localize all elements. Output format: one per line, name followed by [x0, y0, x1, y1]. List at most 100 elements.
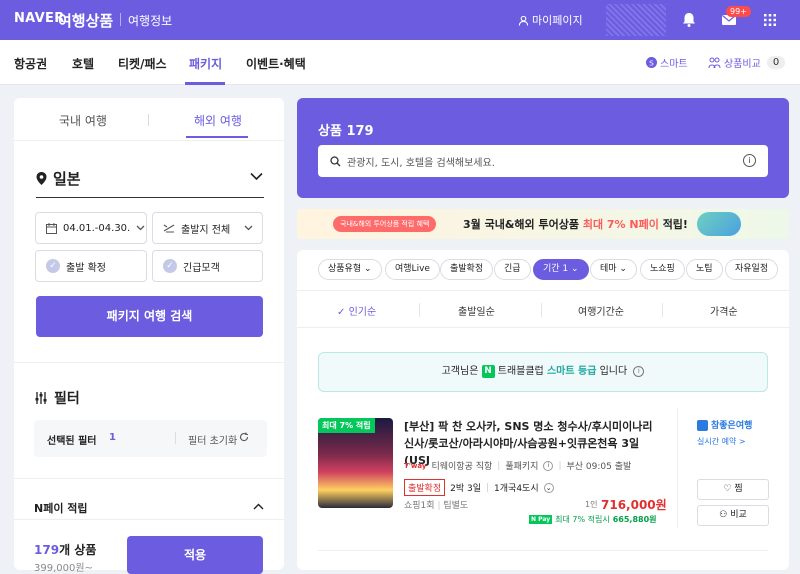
search-hero: 상품 179 관광지, 도시, 호텔을 검색해보세요. i: [297, 98, 789, 198]
confirmed-label: 출발 확정: [66, 262, 106, 274]
package-search-button[interactable]: 패키지 여행 검색: [36, 296, 263, 337]
urgent-checkbox[interactable]: ✓ 긴급모객: [152, 250, 263, 282]
date-value: 04.01.-04.30.: [63, 222, 131, 234]
chip-no-tip[interactable]: 노팁: [686, 259, 723, 280]
search-input[interactable]: 관광지, 도시, 호텔을 검색해보세요. i: [318, 145, 768, 177]
compare-label: 상품비교: [724, 59, 761, 70]
divider: [14, 519, 284, 520]
result-count-number: 179: [34, 543, 60, 557]
product-meta-2: 출발확정 2박 3일 | 1개국4도시 ⌄: [404, 479, 554, 496]
member-mid: 트래블클럽: [494, 366, 547, 377]
destination-select[interactable]: 일본: [36, 168, 81, 189]
info-icon[interactable]: i: [543, 460, 554, 471]
agency-icon: [697, 420, 708, 431]
divider: [662, 303, 663, 317]
chip-theme[interactable]: 테마 ⌄: [590, 259, 637, 280]
result-count-suffix: 개 상품: [59, 543, 97, 557]
info-icon[interactable]: i: [743, 154, 756, 167]
member-grade: 스마트 등급: [546, 366, 597, 377]
chip-label: 테마: [600, 264, 617, 274]
nav-hotels[interactable]: 호텔: [72, 55, 94, 72]
wishlist-button[interactable]: ♡ 찜: [697, 479, 769, 500]
bell-icon[interactable]: [680, 11, 698, 29]
sliders-icon: [35, 392, 47, 404]
chip-travel-live[interactable]: 여행Live: [385, 259, 440, 280]
naver-n-icon: N: [481, 364, 495, 378]
destination-label: 일본: [53, 170, 81, 188]
nav-events[interactable]: 이벤트·혜택: [246, 55, 306, 72]
divider: [14, 362, 284, 363]
plane-icon: [163, 224, 175, 233]
travel-info-link[interactable]: 여행정보: [128, 12, 172, 29]
urgent-label: 긴급모객: [183, 262, 220, 274]
calendar-icon: [46, 222, 57, 234]
realtime-reserve-link[interactable]: 실시간 예약 >: [697, 436, 746, 447]
search-panel: 국내 여행 해외 여행 일본 04.01.-04.30. 출발지 전체 ✓ 출발…: [14, 98, 284, 574]
smart-button[interactable]: S 스마트: [646, 55, 688, 70]
confirmed-badge: 출발확정: [404, 479, 446, 496]
promo-banner[interactable]: 국내&해외 투어상품 적립 혜택 3월 국내&해외 투어상품 최대 7% N페이…: [297, 209, 789, 239]
divider: [419, 303, 420, 317]
mypage-link[interactable]: 마이페이지: [518, 12, 583, 28]
menu-grid-icon[interactable]: [761, 11, 779, 29]
wish-label: 찜: [734, 484, 743, 494]
selected-filters-count: 1: [109, 432, 116, 443]
nav-tickets[interactable]: 티켓/패스: [118, 55, 167, 72]
naver-logo[interactable]: NAVER: [14, 11, 65, 26]
chevron-up-icon[interactable]: [253, 503, 264, 510]
apply-button[interactable]: 적용: [127, 536, 263, 574]
notification-badge: 99+: [726, 6, 751, 17]
nav-active-underline: [185, 82, 225, 85]
divider: [677, 408, 678, 528]
departure-select[interactable]: 출발지 전체: [152, 212, 263, 244]
top-bar: NAVER 여행상품 여행정보 마이페이지 99+: [0, 0, 800, 40]
service-title[interactable]: 여행상품: [58, 10, 113, 31]
chip-period[interactable]: 기간 1 ⌄: [533, 259, 589, 280]
npay-filter-title[interactable]: N페이 적립: [34, 500, 88, 516]
banner-text-a: 3월 국내&해외 투어상품: [463, 218, 583, 231]
sort-popular[interactable]: ✓ 인기순: [337, 303, 376, 318]
refresh-icon[interactable]: [239, 432, 249, 442]
compare-button[interactable]: 상품비교 0: [708, 55, 786, 70]
tab-overseas[interactable]: 해외 여행: [194, 112, 242, 129]
check-icon: ✓: [46, 259, 60, 273]
agency-logo[interactable]: 참좋은여행: [697, 418, 752, 431]
chip-confirmed[interactable]: 출발확정: [440, 259, 494, 280]
compare-product-button[interactable]: ⚇ 비교: [697, 505, 769, 526]
sort-price[interactable]: 가격순: [710, 303, 738, 318]
user-icon: [518, 15, 529, 26]
chip-free-schedule[interactable]: 자유일정: [725, 259, 779, 280]
filter-reset[interactable]: 필터 초기화: [188, 432, 237, 447]
chevron-down-icon[interactable]: [250, 172, 263, 181]
region-count: 1개국4도시: [494, 484, 539, 494]
shopping-count: 쇼핑1회: [404, 501, 435, 511]
product-meta-3: 쇼핑1회 | 팁별도: [404, 498, 468, 511]
result-min-price: 399,000원~: [34, 563, 93, 574]
chip-no-shopping[interactable]: 노쇼핑: [640, 259, 685, 280]
product-thumbnail[interactable]: 최대 7% 적립: [318, 418, 393, 508]
divider: [318, 550, 768, 551]
svg-text:S: S: [649, 58, 654, 67]
chevron-down-icon[interactable]: ⌄: [543, 482, 554, 493]
chip-urgent[interactable]: 긴급: [494, 259, 531, 280]
date-picker[interactable]: 04.01.-04.30.: [35, 212, 147, 244]
nav-flights[interactable]: 항공권: [14, 55, 47, 72]
member-pre: 고객님은: [441, 366, 482, 377]
result-count: 179개 상품: [34, 541, 96, 558]
sort-duration[interactable]: 여행기간순: [578, 303, 624, 318]
tip-info: 팁별도: [443, 501, 469, 511]
sort-departure[interactable]: 출발일순: [458, 303, 495, 318]
selected-filters: 선택된 필터 1 필터 초기화: [34, 420, 267, 457]
product-price: 716,000원: [601, 498, 667, 512]
banner-text-highlight: 최대 7% N페이: [582, 218, 659, 231]
tab-domestic[interactable]: 국내 여행: [59, 112, 107, 129]
product-list: 상품유형 ⌄ 여행Live 출발확정 긴급 기간 1 ⌄ 테마 ⌄ 노쇼핑 노팁…: [297, 250, 789, 570]
filter-title: 필터: [54, 391, 80, 407]
divider: [14, 478, 284, 479]
npay-prefix: 최대 7% 적립시: [555, 515, 610, 524]
nav-package[interactable]: 패키지: [189, 55, 222, 72]
confirmed-departure-checkbox[interactable]: ✓ 출발 확정: [35, 250, 147, 282]
chip-product-type[interactable]: 상품유형 ⌄: [318, 259, 382, 280]
info-icon[interactable]: i: [633, 365, 645, 377]
qr-pattern: [606, 4, 666, 36]
